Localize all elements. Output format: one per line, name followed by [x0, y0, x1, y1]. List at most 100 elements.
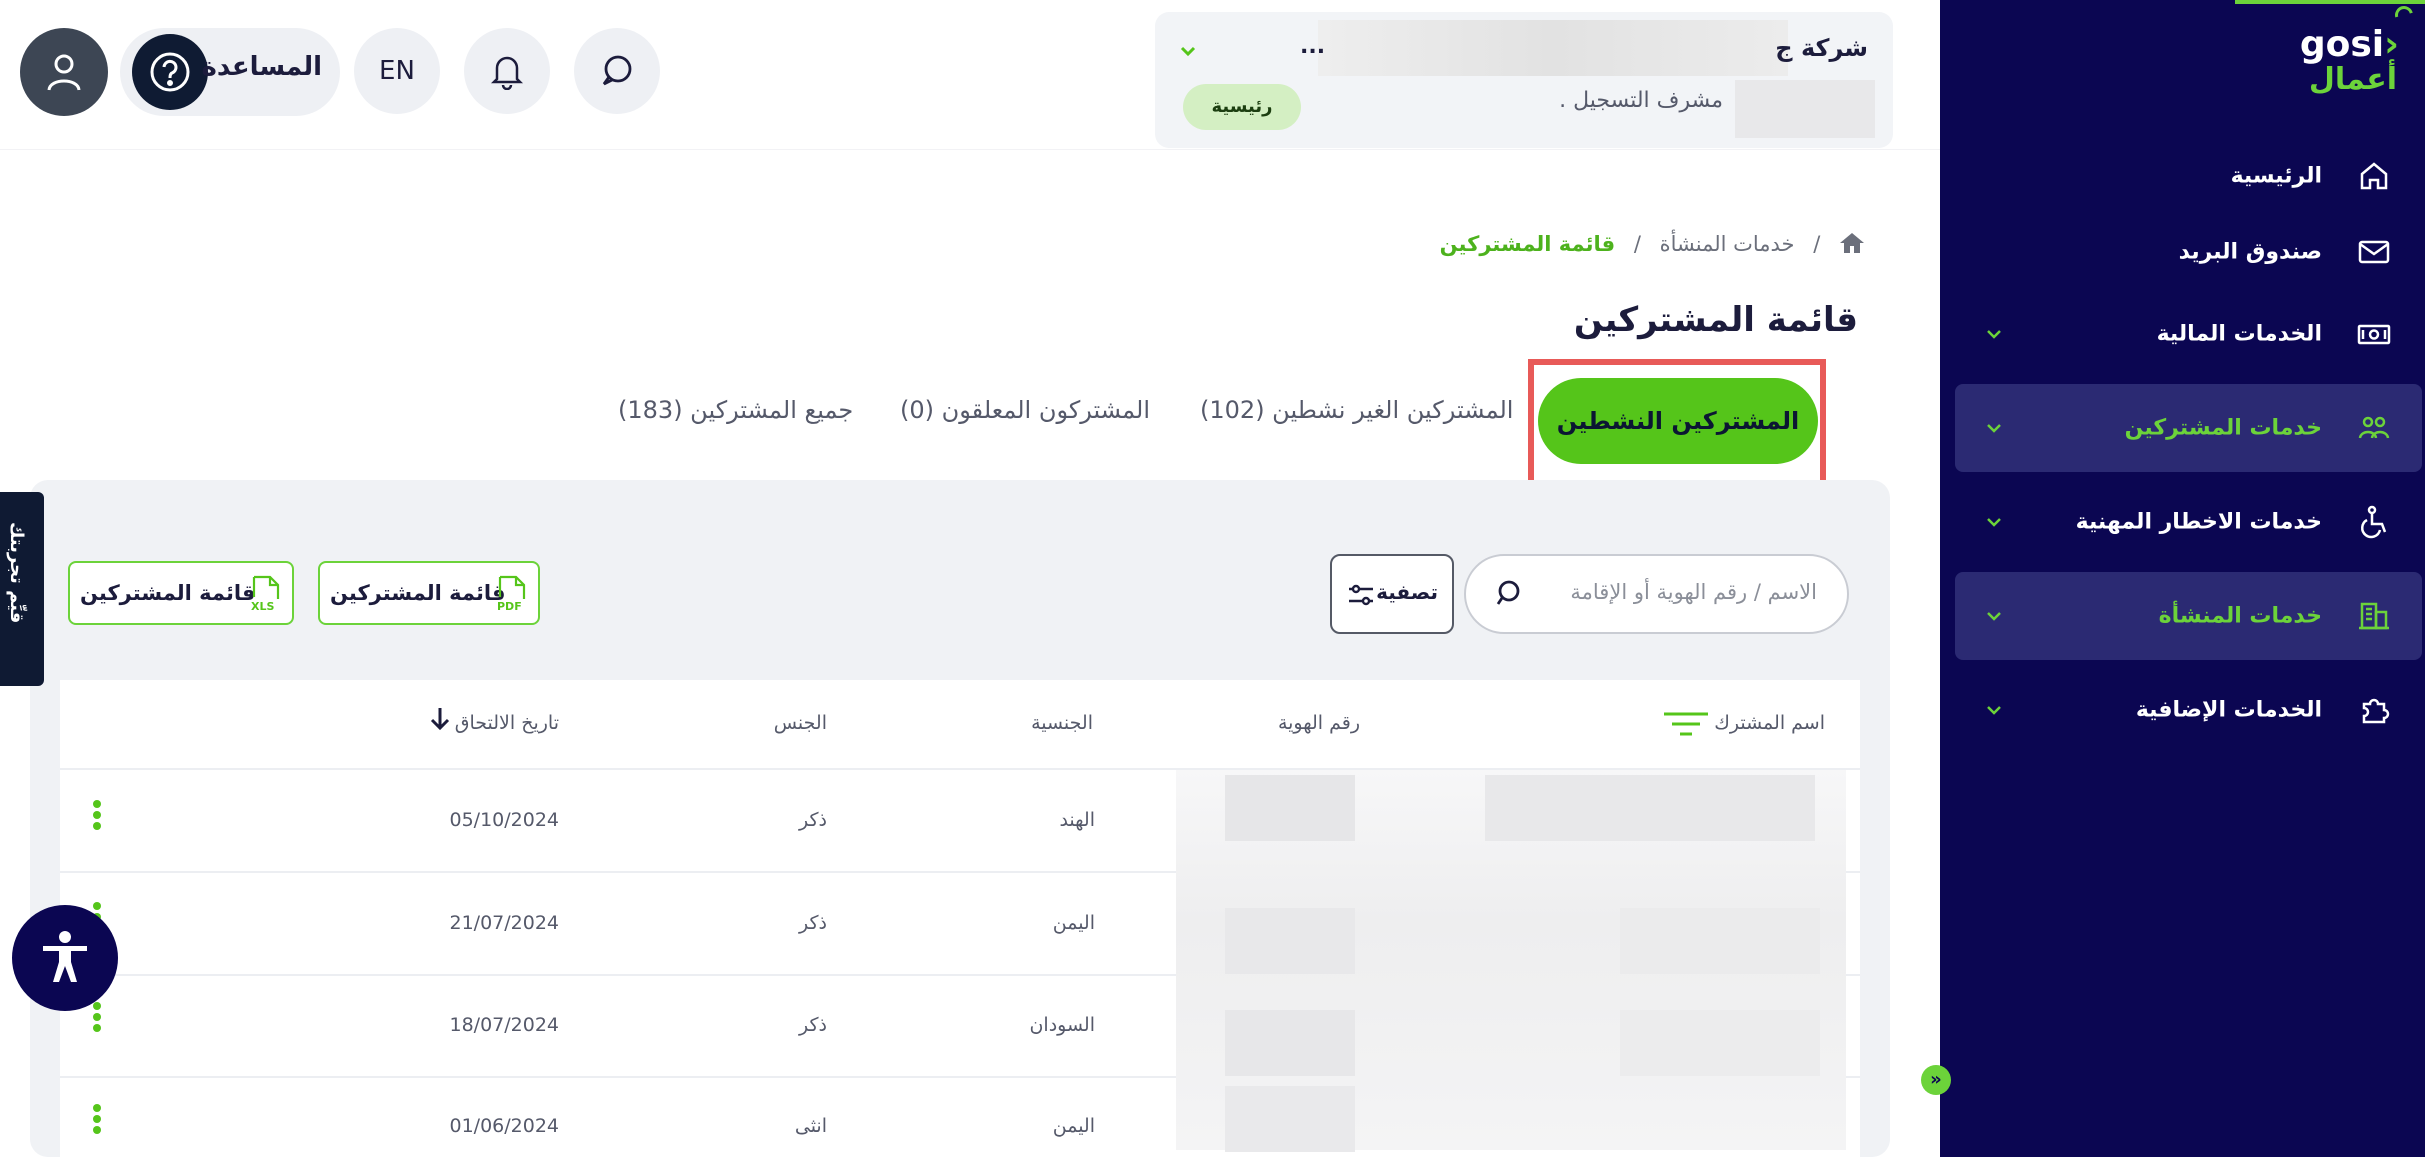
- puzzle-icon: [2362, 698, 2390, 724]
- sidebar-item-label: الخدمات الإضافية: [2135, 697, 2322, 723]
- sidebar-item-financial-services[interactable]: الخدمات المالية: [1955, 290, 2422, 378]
- cell-gender: ذكر: [799, 1014, 827, 1036]
- company-selector[interactable]: شركة ج ... . مشرف التسجيل رئيسية: [1155, 12, 1893, 148]
- cell-join-date: 01/06/2024: [449, 1115, 559, 1137]
- gosi-logo[interactable]: gosi›: [2300, 24, 2399, 65]
- row-actions-kebab-icon[interactable]: [93, 800, 103, 833]
- sidebar-collapse-button[interactable]: »: [1921, 1065, 1951, 1095]
- column-header-nationality[interactable]: الجنسية: [1031, 712, 1093, 734]
- sliders-icon: [1349, 584, 1373, 606]
- help-icon-circle: [132, 34, 208, 110]
- feedback-label: قيِّم تجربتك: [6, 522, 27, 624]
- redacted-id-number: [1225, 1086, 1355, 1152]
- chevron-down-icon[interactable]: [1177, 40, 1199, 62]
- column-header-name[interactable]: اسم المشترك: [1714, 712, 1825, 734]
- export-pdf-button[interactable]: قائمة المشتركين PDF: [318, 561, 540, 625]
- chevron-down-icon: [1987, 518, 2001, 527]
- search-icon: [1496, 580, 1520, 605]
- chevron-down-icon: [1987, 424, 2001, 433]
- help-icon: [150, 52, 190, 92]
- breadcrumb-separator: /: [1633, 232, 1641, 256]
- sidebar-item-additional-services[interactable]: الخدمات الإضافية: [1955, 666, 2422, 754]
- cell-nationality: اليمن: [1052, 1115, 1095, 1137]
- column-filter-icon[interactable]: [1662, 710, 1710, 740]
- row-actions-kebab-icon[interactable]: [93, 1002, 103, 1035]
- cell-join-date: 18/07/2024: [449, 1014, 559, 1036]
- pdf-file-icon: PDF: [497, 575, 526, 613]
- annotation-highlight-box: [1528, 359, 1826, 491]
- users-icon: [2358, 416, 2390, 439]
- sidebar-item-subscriber-services[interactable]: خدمات المشتركين: [1955, 384, 2422, 472]
- xls-tag: XLS: [251, 600, 274, 613]
- cell-join-date: 21/07/2024: [449, 912, 559, 934]
- wheelchair-icon: [2360, 505, 2387, 539]
- sidebar-item-occupational-hazards[interactable]: خدمات الاخطار المهنية: [1955, 478, 2422, 566]
- sidebar-item-label: خدمات الاخطار المهنية: [2075, 509, 2322, 535]
- accessibility-icon: [43, 931, 87, 982]
- sidebar-item-mailbox[interactable]: صندوق البريد: [1955, 208, 2422, 296]
- help-label: المساعدة: [201, 52, 322, 82]
- chat-icon: [602, 55, 632, 86]
- tab-suspended-subscribers[interactable]: المشتركون المعلقون (0): [900, 396, 1150, 424]
- redacted-company-name: [1318, 20, 1788, 76]
- home-icon[interactable]: [1839, 232, 1865, 254]
- sidebar-item-establishment-services[interactable]: خدمات المنشأة: [1955, 572, 2422, 660]
- logo-chevron: ›: [2384, 24, 2399, 65]
- search-placeholder: الاسم / رقم الهوية أو الإقامة: [1570, 580, 1817, 604]
- tab-all-subscribers[interactable]: جميع المشتركين (183): [618, 396, 853, 424]
- redacted-subscriber-name: [1620, 1010, 1820, 1076]
- language-button[interactable]: EN: [354, 28, 440, 114]
- breadcrumb-establishment-services[interactable]: خدمات المنشأة: [1660, 232, 1795, 256]
- cell-gender: انثى: [794, 1115, 827, 1137]
- pdf-tag: PDF: [497, 600, 522, 613]
- chevron-down-icon: [1987, 706, 2001, 715]
- column-header-id[interactable]: رقم الهوية: [1278, 712, 1360, 734]
- sidebar-item-home[interactable]: الرئيسية: [1955, 132, 2422, 220]
- cell-gender: ذكر: [799, 912, 827, 934]
- redacted-user-name: [1735, 80, 1875, 138]
- filter-label: تصفية: [1376, 580, 1438, 604]
- cell-gender: ذكر: [799, 809, 827, 831]
- export-pdf-label: قائمة المشتركين: [330, 581, 506, 605]
- chat-button[interactable]: [574, 28, 660, 114]
- user-icon: [47, 54, 81, 91]
- tab-inactive-subscribers[interactable]: المشتركين الغير نشطين (102): [1200, 396, 1513, 424]
- sidebar-item-label: خدمات المشتركين: [2124, 415, 2322, 441]
- logo-accent-bar: [2235, 0, 2425, 4]
- help-button[interactable]: المساعدة: [120, 28, 340, 116]
- export-xls-label: قائمة المشتركين: [80, 581, 256, 605]
- search-input[interactable]: الاسم / رقم الهوية أو الإقامة: [1464, 554, 1849, 634]
- column-header-gender[interactable]: الجنس: [774, 712, 827, 734]
- notifications-button[interactable]: [464, 28, 550, 114]
- bell-icon: [490, 56, 524, 90]
- sort-arrow-down-icon[interactable]: [428, 706, 452, 732]
- cell-join-date: 05/10/2024: [449, 809, 559, 831]
- sidebar-item-label: الخدمات المالية: [2156, 321, 2322, 347]
- row-actions-kebab-icon[interactable]: [93, 1104, 103, 1137]
- user-role: . مشرف التسجيل: [1559, 88, 1723, 113]
- page-title: قائمة المشتركين: [1573, 300, 1858, 340]
- chevron-down-icon: [1987, 330, 2001, 339]
- breadcrumb: / خدمات المنشأة / قائمة المشتركين: [1440, 232, 1865, 256]
- feedback-side-tab[interactable]: قيِّم تجربتك: [0, 492, 44, 686]
- logo-text: gosi: [2299, 24, 2385, 65]
- home-icon: [2360, 162, 2388, 190]
- sidebar-item-label: خدمات المنشأة: [2158, 603, 2322, 629]
- logo-subtitle: أعمال: [2308, 62, 2397, 97]
- language-label: EN: [379, 56, 415, 86]
- column-header-join-date[interactable]: تاريخ الالتحاق: [455, 712, 559, 734]
- accessibility-button[interactable]: [12, 905, 118, 1011]
- building-icon: [2359, 602, 2389, 630]
- breadcrumb-separator: /: [1813, 232, 1821, 256]
- redacted-id-number: [1225, 775, 1355, 841]
- cell-nationality: السودان: [1029, 1014, 1095, 1036]
- breadcrumb-current: قائمة المشتركين: [1439, 232, 1616, 256]
- money-icon: [2357, 324, 2391, 345]
- profile-button[interactable]: [20, 28, 108, 116]
- redacted-id-number: [1225, 1010, 1355, 1076]
- sidebar-item-label: صندوق البريد: [2178, 239, 2322, 265]
- sidebar-item-label: الرئيسية: [2230, 163, 2322, 189]
- export-xls-button[interactable]: قائمة المشتركين XLS: [68, 561, 294, 625]
- redacted-subscriber-name: [1485, 775, 1815, 841]
- filter-button[interactable]: تصفية: [1330, 554, 1454, 634]
